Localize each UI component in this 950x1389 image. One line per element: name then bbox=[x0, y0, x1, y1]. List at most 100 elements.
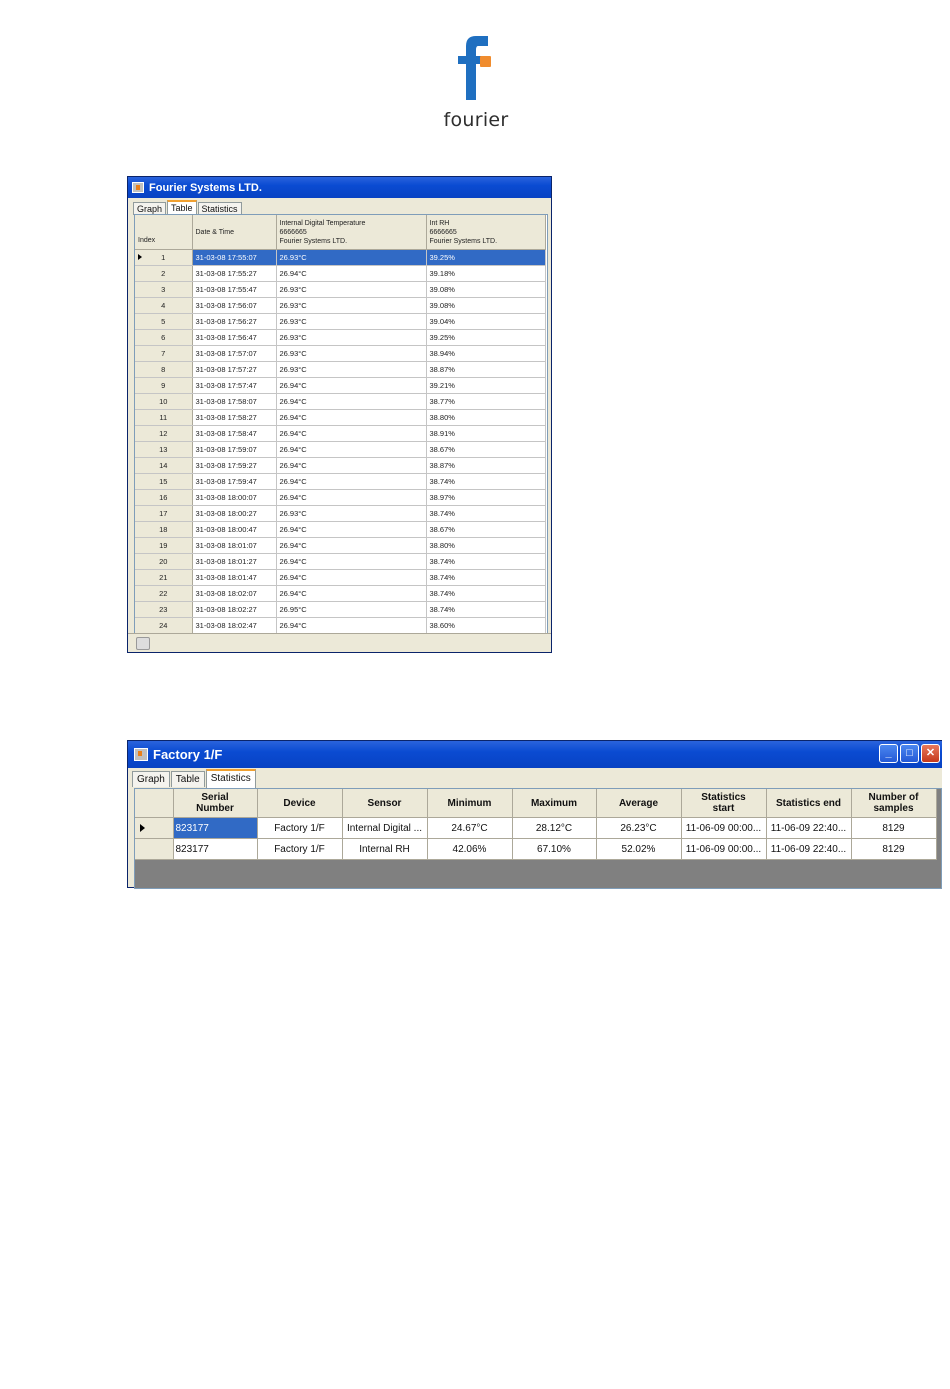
rh-cell[interactable]: 38.74% bbox=[426, 569, 546, 586]
row-header[interactable] bbox=[135, 817, 174, 839]
table-row[interactable]: 22 31-03-08 18:02:07 26.94°C 38.74% bbox=[135, 585, 546, 602]
table-row[interactable]: 11 31-03-08 17:58:27 26.94°C 38.80% bbox=[135, 409, 546, 426]
title-bar[interactable]: Fourier Systems LTD. bbox=[128, 177, 551, 198]
column-header-rh[interactable]: Int RH 6666665 Fourier Systems LTD. bbox=[426, 215, 546, 250]
rh-cell[interactable]: 39.25% bbox=[426, 249, 546, 266]
tab-graph[interactable]: Graph bbox=[132, 771, 170, 787]
temperature-cell[interactable]: 26.93°C bbox=[276, 361, 427, 378]
column-header-average[interactable]: Average bbox=[596, 789, 682, 818]
date-time-cell[interactable]: 31-03-08 17:57:27 bbox=[192, 361, 277, 378]
temperature-cell[interactable]: 26.94°C bbox=[276, 585, 427, 602]
table-row[interactable]: 14 31-03-08 17:59:27 26.94°C 38.87% bbox=[135, 457, 546, 474]
temperature-cell[interactable]: 26.94°C bbox=[276, 425, 427, 442]
temperature-cell[interactable]: 26.95°C bbox=[276, 601, 427, 618]
row-header[interactable] bbox=[135, 838, 174, 860]
tab-statistics[interactable]: Statistics bbox=[205, 769, 256, 788]
sensor-cell[interactable]: Internal Digital ... bbox=[342, 817, 428, 839]
table-row[interactable]: 24 31-03-08 18:02:47 26.94°C 38.60% bbox=[135, 617, 546, 633]
row-index[interactable]: 9 bbox=[135, 377, 193, 394]
table-row[interactable]: 23 31-03-08 18:02:27 26.95°C 38.74% bbox=[135, 601, 546, 618]
column-header-serial-number[interactable]: Serial Number bbox=[173, 789, 258, 818]
row-index[interactable]: 23 bbox=[135, 601, 193, 618]
date-time-cell[interactable]: 31-03-08 17:59:27 bbox=[192, 457, 277, 474]
table-row[interactable]: 17 31-03-08 18:00:27 26.93°C 38.74% bbox=[135, 505, 546, 522]
date-time-cell[interactable]: 31-03-08 18:00:07 bbox=[192, 489, 277, 506]
device-cell[interactable]: Factory 1/F bbox=[257, 817, 343, 839]
row-index[interactable]: 10 bbox=[135, 393, 193, 410]
temperature-cell[interactable]: 26.93°C bbox=[276, 249, 427, 266]
row-index[interactable]: 18 bbox=[135, 521, 193, 538]
temperature-cell[interactable]: 26.93°C bbox=[276, 313, 427, 330]
temperature-cell[interactable]: 26.94°C bbox=[276, 265, 427, 282]
table-row[interactable]: 1 31-03-08 17:55:07 26.93°C 39.25% bbox=[135, 249, 546, 266]
rh-cell[interactable]: 38.74% bbox=[426, 473, 546, 490]
date-time-cell[interactable]: 31-03-08 17:59:47 bbox=[192, 473, 277, 490]
rh-cell[interactable]: 38.60% bbox=[426, 617, 546, 633]
date-time-cell[interactable]: 31-03-08 17:55:07 bbox=[192, 249, 277, 266]
date-time-cell[interactable]: 31-03-08 17:56:07 bbox=[192, 297, 277, 314]
row-index[interactable]: 16 bbox=[135, 489, 193, 506]
rh-cell[interactable]: 38.80% bbox=[426, 537, 546, 554]
date-time-cell[interactable]: 31-03-08 18:01:47 bbox=[192, 569, 277, 586]
table-row[interactable]: 21 31-03-08 18:01:47 26.94°C 38.74% bbox=[135, 569, 546, 586]
minimize-icon[interactable]: _ bbox=[879, 744, 898, 763]
row-index[interactable]: 8 bbox=[135, 361, 193, 378]
rh-cell[interactable]: 38.74% bbox=[426, 553, 546, 570]
date-time-cell[interactable]: 31-03-08 18:02:27 bbox=[192, 601, 277, 618]
device-cell[interactable]: Factory 1/F bbox=[257, 838, 343, 860]
table-row[interactable]: 2 31-03-08 17:55:27 26.94°C 39.18% bbox=[135, 265, 546, 282]
statistics-start-cell[interactable]: 11-06-09 00:00... bbox=[681, 838, 767, 860]
row-index[interactable]: 1 bbox=[135, 249, 193, 266]
close-icon[interactable]: ✕ bbox=[921, 744, 940, 763]
statistics-end-cell[interactable]: 11-06-09 22:40... bbox=[766, 817, 852, 839]
rh-cell[interactable]: 38.67% bbox=[426, 441, 546, 458]
table-row[interactable]: 19 31-03-08 18:01:07 26.94°C 38.80% bbox=[135, 537, 546, 554]
date-time-cell[interactable]: 31-03-08 18:02:07 bbox=[192, 585, 277, 602]
row-index[interactable]: 20 bbox=[135, 553, 193, 570]
column-header-date-time[interactable]: Date & Time bbox=[192, 215, 277, 250]
table-row[interactable]: 18 31-03-08 18:00:47 26.94°C 38.67% bbox=[135, 521, 546, 538]
temperature-cell[interactable]: 26.94°C bbox=[276, 521, 427, 538]
column-header-statistics-end[interactable]: Statistics end bbox=[766, 789, 852, 818]
table-row[interactable]: 823177 Factory 1/F Internal RH 42.06% 67.10%… bbox=[135, 838, 937, 860]
minimum-cell[interactable]: 42.06% bbox=[427, 838, 513, 860]
column-header-device[interactable]: Device bbox=[257, 789, 343, 818]
printer-icon[interactable] bbox=[136, 637, 150, 650]
rh-cell[interactable]: 39.08% bbox=[426, 281, 546, 298]
temperature-cell[interactable]: 26.93°C bbox=[276, 281, 427, 298]
rh-cell[interactable]: 38.80% bbox=[426, 409, 546, 426]
number-of-samples-cell[interactable]: 8129 bbox=[851, 817, 937, 839]
rh-cell[interactable]: 38.74% bbox=[426, 601, 546, 618]
temperature-cell[interactable]: 26.94°C bbox=[276, 569, 427, 586]
date-time-cell[interactable]: 31-03-08 18:00:47 bbox=[192, 521, 277, 538]
rh-cell[interactable]: 38.77% bbox=[426, 393, 546, 410]
table-row[interactable]: 3 31-03-08 17:55:47 26.93°C 39.08% bbox=[135, 281, 546, 298]
date-time-cell[interactable]: 31-03-08 17:59:07 bbox=[192, 441, 277, 458]
temperature-cell[interactable]: 26.93°C bbox=[276, 329, 427, 346]
date-time-cell[interactable]: 31-03-08 17:56:47 bbox=[192, 329, 277, 346]
sensor-cell[interactable]: Internal RH bbox=[342, 838, 428, 860]
rh-cell[interactable]: 38.74% bbox=[426, 585, 546, 602]
data-grid[interactable]: Index Date & Time Internal Digital Tempe… bbox=[134, 214, 548, 634]
table-row[interactable]: 20 31-03-08 18:01:27 26.94°C 38.74% bbox=[135, 553, 546, 570]
column-header-temperature[interactable]: Internal Digital Temperature 6666665 Fou… bbox=[276, 215, 427, 250]
statistics-start-cell[interactable]: 11-06-09 00:00... bbox=[681, 817, 767, 839]
rh-cell[interactable]: 38.97% bbox=[426, 489, 546, 506]
date-time-cell[interactable]: 31-03-08 17:55:47 bbox=[192, 281, 277, 298]
table-row[interactable]: 7 31-03-08 17:57:07 26.93°C 38.94% bbox=[135, 345, 546, 362]
row-index[interactable]: 22 bbox=[135, 585, 193, 602]
table-row[interactable]: 8 31-03-08 17:57:27 26.93°C 38.87% bbox=[135, 361, 546, 378]
row-index[interactable]: 21 bbox=[135, 569, 193, 586]
temperature-cell[interactable]: 26.93°C bbox=[276, 297, 427, 314]
table-row[interactable]: 6 31-03-08 17:56:47 26.93°C 39.25% bbox=[135, 329, 546, 346]
serial-number-cell[interactable]: 823177 bbox=[173, 838, 258, 860]
rh-cell[interactable]: 39.18% bbox=[426, 265, 546, 282]
average-cell[interactable]: 52.02% bbox=[596, 838, 682, 860]
table-row[interactable]: 9 31-03-08 17:57:47 26.94°C 39.21% bbox=[135, 377, 546, 394]
table-row[interactable]: 15 31-03-08 17:59:47 26.94°C 38.74% bbox=[135, 473, 546, 490]
date-time-cell[interactable]: 31-03-08 18:01:27 bbox=[192, 553, 277, 570]
average-cell[interactable]: 26.23°C bbox=[596, 817, 682, 839]
rh-cell[interactable]: 38.87% bbox=[426, 457, 546, 474]
date-time-cell[interactable]: 31-03-08 17:57:47 bbox=[192, 377, 277, 394]
column-header-sensor[interactable]: Sensor bbox=[342, 789, 428, 818]
